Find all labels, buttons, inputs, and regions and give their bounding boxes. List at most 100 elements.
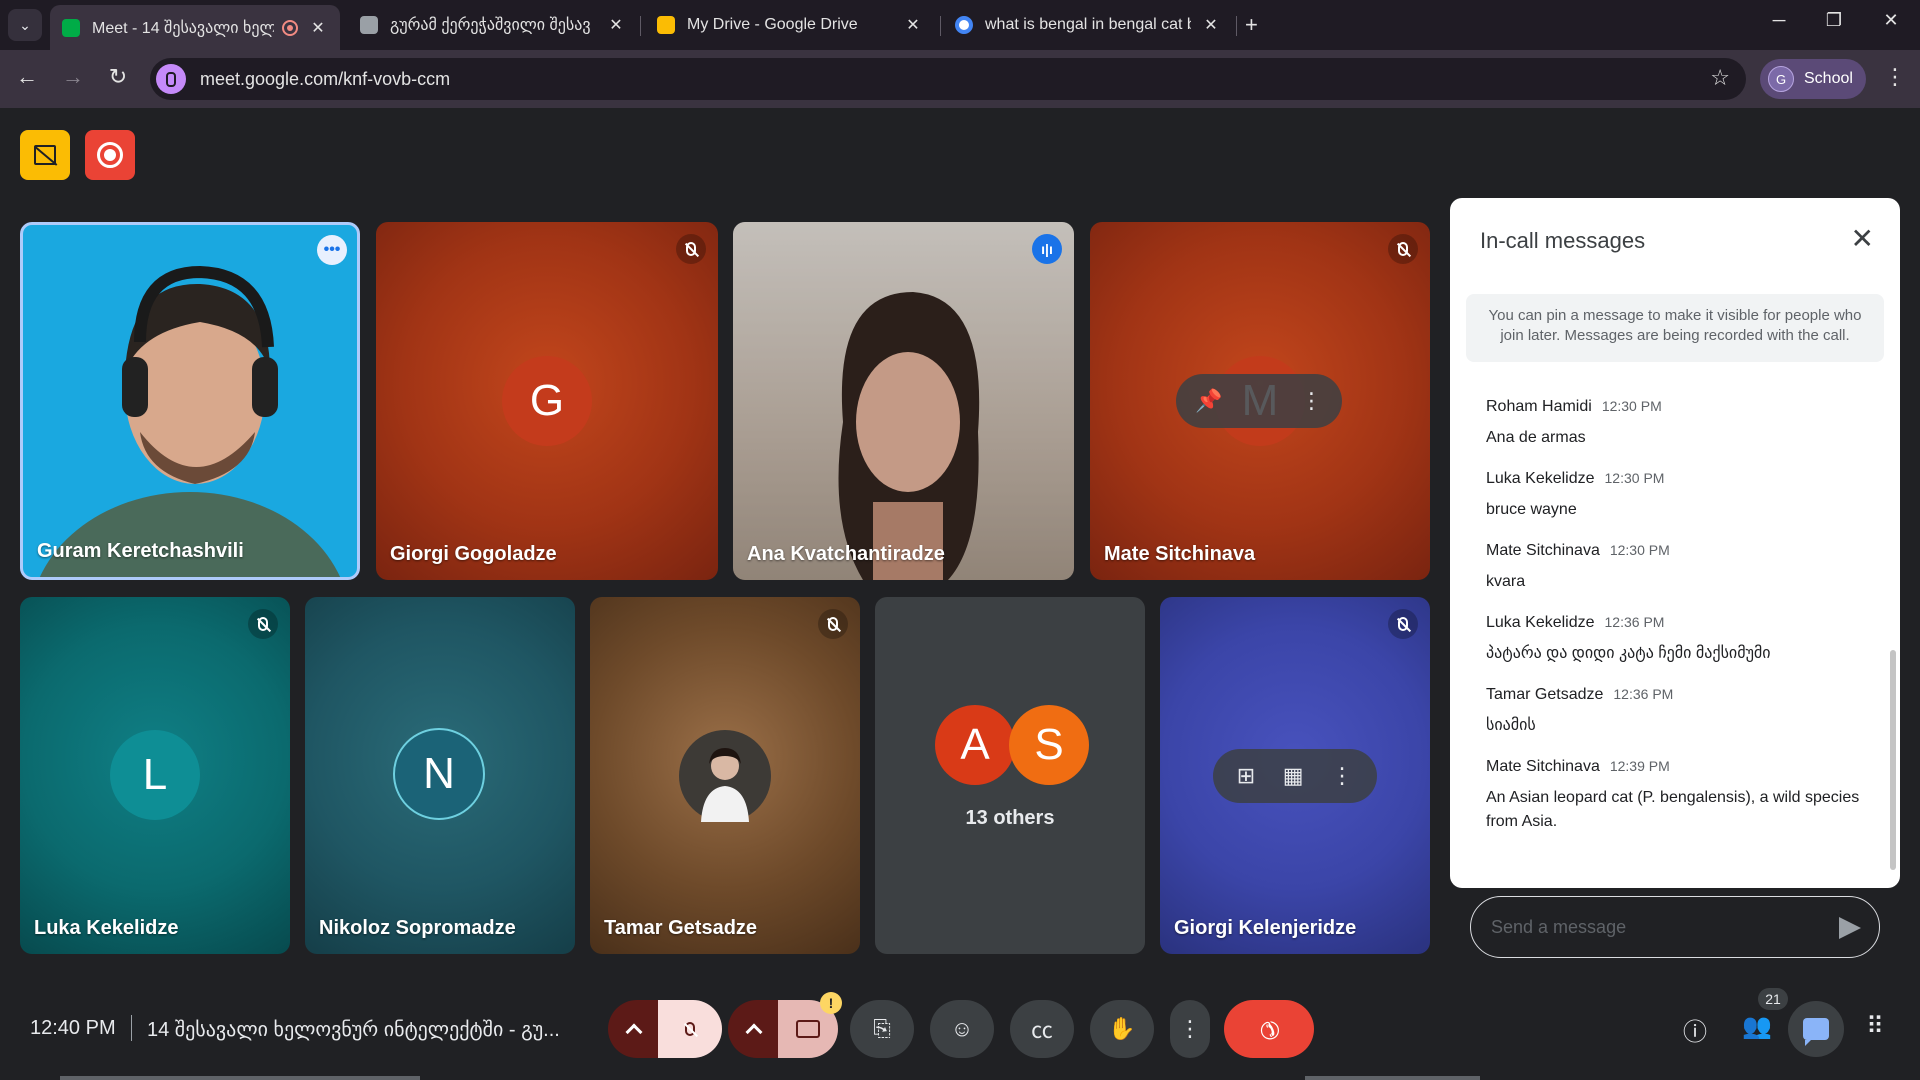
back-icon[interactable]: ← bbox=[12, 64, 42, 90]
chat-message: Mate Sitchinava 12:39 PM An Asian leopard… bbox=[1486, 758, 1876, 834]
pin-icon[interactable]: 📌 bbox=[1195, 388, 1222, 414]
warning-icon: ! bbox=[820, 992, 842, 1014]
message-sender: Tamar Getsadze bbox=[1486, 686, 1604, 703]
recording-indicator-icon bbox=[282, 19, 298, 36]
message-time: 12:30 PM bbox=[1601, 398, 1662, 414]
others-tile[interactable]: A S 13 others bbox=[875, 597, 1145, 954]
message-time: 12:30 PM bbox=[1609, 542, 1670, 558]
participant-tile[interactable]: ••• Guram Keretchashvili bbox=[20, 222, 360, 580]
drive-favicon-icon bbox=[657, 16, 675, 34]
participant-tile[interactable]: Tamar Getsadze bbox=[590, 597, 860, 954]
video-options-button[interactable] bbox=[728, 1000, 780, 1058]
profile-button[interactable]: G School bbox=[1760, 59, 1866, 99]
tab-search-button[interactable]: ⌄ bbox=[8, 9, 42, 41]
chat-message: Luka Kekelidze 12:30 PM bruce wayne bbox=[1486, 470, 1876, 522]
captions-off-button[interactable] bbox=[20, 130, 70, 180]
message-time: 12:39 PM bbox=[1609, 758, 1670, 774]
send-icon[interactable] bbox=[1839, 917, 1861, 939]
others-count: 13 others bbox=[965, 807, 1055, 829]
reload-icon[interactable]: ↻ bbox=[103, 64, 133, 90]
participant-tile[interactable]: M 📌 ⋮ Mate Sitchinava bbox=[1090, 222, 1430, 580]
chat-message: Mate Sitchinava 12:30 PM kvara bbox=[1486, 542, 1876, 594]
message-time: 12:30 PM bbox=[1604, 470, 1665, 486]
participant-tile[interactable]: ı|ı Ana Kvatchantiradze bbox=[733, 222, 1074, 580]
captions-button[interactable]: ㏄ bbox=[1010, 1000, 1074, 1058]
participant-name: Guram Keretchashvili bbox=[37, 540, 244, 562]
tab-search-result[interactable]: what is bengal in bengal cat bri ✕ bbox=[943, 7, 1233, 43]
tab-doc[interactable]: გურამ ქერეჭაშვილი შესავ ✕ bbox=[348, 7, 638, 43]
meeting-details-icon[interactable]: ⓘ bbox=[1678, 1012, 1712, 1047]
close-tab-icon[interactable]: ✕ bbox=[308, 18, 328, 38]
reactions-button[interactable]: ☺ bbox=[930, 1000, 994, 1058]
chat-toggle-button[interactable] bbox=[1788, 1001, 1844, 1057]
participant-tile[interactable]: N Nikoloz Sopromadze bbox=[305, 597, 575, 954]
leave-call-button[interactable]: ✆ bbox=[1224, 1000, 1314, 1058]
tab-drive[interactable]: My Drive - Google Drive ✕ bbox=[645, 7, 935, 43]
avatar: G bbox=[1768, 66, 1794, 92]
more-options-icon[interactable]: ••• bbox=[317, 235, 347, 265]
more-options-button[interactable]: ⋮ bbox=[1170, 1000, 1210, 1058]
message-text: bruce wayne bbox=[1486, 501, 1577, 518]
tab-title: My Drive - Google Drive bbox=[687, 16, 858, 33]
participant-tile[interactable]: G Giorgi Gogoladze bbox=[376, 222, 718, 580]
muted-icon bbox=[676, 234, 706, 264]
chat-message: Roham Hamidi 12:30 PM Ana de armas bbox=[1486, 398, 1876, 450]
pin-info-note: You can pin a message to make it visible… bbox=[1466, 294, 1884, 362]
message-sender: Mate Sitchinava bbox=[1486, 542, 1600, 559]
participant-name: Giorgi Gogoladze bbox=[390, 543, 557, 565]
message-sender: Roham Hamidi bbox=[1486, 398, 1592, 415]
message-time: 12:36 PM bbox=[1604, 614, 1665, 630]
tab-separator bbox=[940, 16, 941, 36]
message-text: kvara bbox=[1486, 573, 1526, 590]
close-tab-icon[interactable]: ✕ bbox=[606, 15, 626, 35]
microphone-site-icon[interactable] bbox=[156, 64, 186, 94]
microphone-toggle-button[interactable] bbox=[658, 1000, 722, 1058]
bookmark-star-icon[interactable]: ☆ bbox=[1710, 65, 1730, 91]
tab-title: გურამ ქერეჭაშვილი შესავ bbox=[390, 17, 591, 34]
message-text: სიამის bbox=[1486, 717, 1536, 734]
people-icon[interactable]: 👥 bbox=[1740, 1012, 1774, 1041]
present-icon: ⎘ bbox=[873, 1016, 891, 1041]
no-capture-icon bbox=[34, 145, 56, 165]
camera-toggle-button[interactable]: ! bbox=[778, 992, 842, 1058]
visual-effects-icon[interactable]: ▦ bbox=[1283, 763, 1304, 789]
more-options-icon[interactable]: ⋮ bbox=[1301, 388, 1323, 414]
close-tab-icon[interactable]: ✕ bbox=[1201, 15, 1221, 35]
participant-tile[interactable]: L Luka Kekelidze bbox=[20, 597, 290, 954]
participant-tile[interactable]: ⊞ ▦ ⋮ Giorgi Kelenjeridze bbox=[1160, 597, 1430, 954]
message-input[interactable]: Send a message bbox=[1470, 896, 1880, 958]
captions-icon: ㏄ bbox=[1030, 1018, 1053, 1043]
audio-options-button[interactable] bbox=[608, 1000, 660, 1058]
avatar: N bbox=[393, 728, 485, 820]
browser-toolbar: ← → ↻ meet.google.com/knf-vovb-ccm ☆ G S… bbox=[0, 50, 1920, 108]
chat-scrollbar[interactable] bbox=[1890, 650, 1896, 870]
more-vert-icon: ⋮ bbox=[1179, 1016, 1201, 1041]
avatar: S bbox=[1009, 705, 1089, 785]
more-options-icon[interactable]: ⋮ bbox=[1331, 763, 1353, 789]
tab-meet[interactable]: Meet - 14 შესავალი ხელ ✕ bbox=[50, 5, 340, 50]
close-panel-icon[interactable]: ✕ bbox=[1851, 222, 1874, 255]
participant-name: Nikoloz Sopromadze bbox=[319, 917, 516, 939]
panel-title: In-call messages bbox=[1480, 228, 1646, 253]
address-bar[interactable]: meet.google.com/knf-vovb-ccm ☆ bbox=[150, 58, 1746, 100]
chevron-up-icon bbox=[745, 1023, 763, 1041]
mic-off-icon bbox=[685, 1022, 695, 1036]
chat-icon bbox=[1803, 1018, 1829, 1046]
window-close-icon[interactable]: ✕ bbox=[1876, 10, 1906, 31]
recording-button[interactable] bbox=[85, 130, 135, 180]
activities-grid-icon[interactable]: ⠿ bbox=[1858, 1012, 1892, 1041]
muted-icon bbox=[1388, 234, 1418, 264]
add-background-icon[interactable]: ⊞ bbox=[1237, 763, 1255, 789]
muted-icon bbox=[1388, 609, 1418, 639]
minimize-icon[interactable]: ─ bbox=[1764, 10, 1794, 31]
hang-up-icon: ✆ bbox=[1252, 1012, 1286, 1046]
restore-icon[interactable]: ❐ bbox=[1819, 10, 1849, 31]
new-tab-button[interactable]: + bbox=[1245, 12, 1258, 38]
close-tab-icon[interactable]: ✕ bbox=[903, 15, 923, 35]
meet-stage: ••• Guram Keretchashvili G Giorgi Gogola… bbox=[0, 108, 1920, 1080]
present-screen-button[interactable]: ⎘ bbox=[850, 1000, 914, 1058]
avatar: G bbox=[502, 356, 592, 446]
forward-icon[interactable]: → bbox=[58, 64, 88, 90]
raise-hand-button[interactable]: ✋ bbox=[1090, 1000, 1154, 1058]
browser-menu-icon[interactable]: ⋮ bbox=[1884, 64, 1906, 90]
